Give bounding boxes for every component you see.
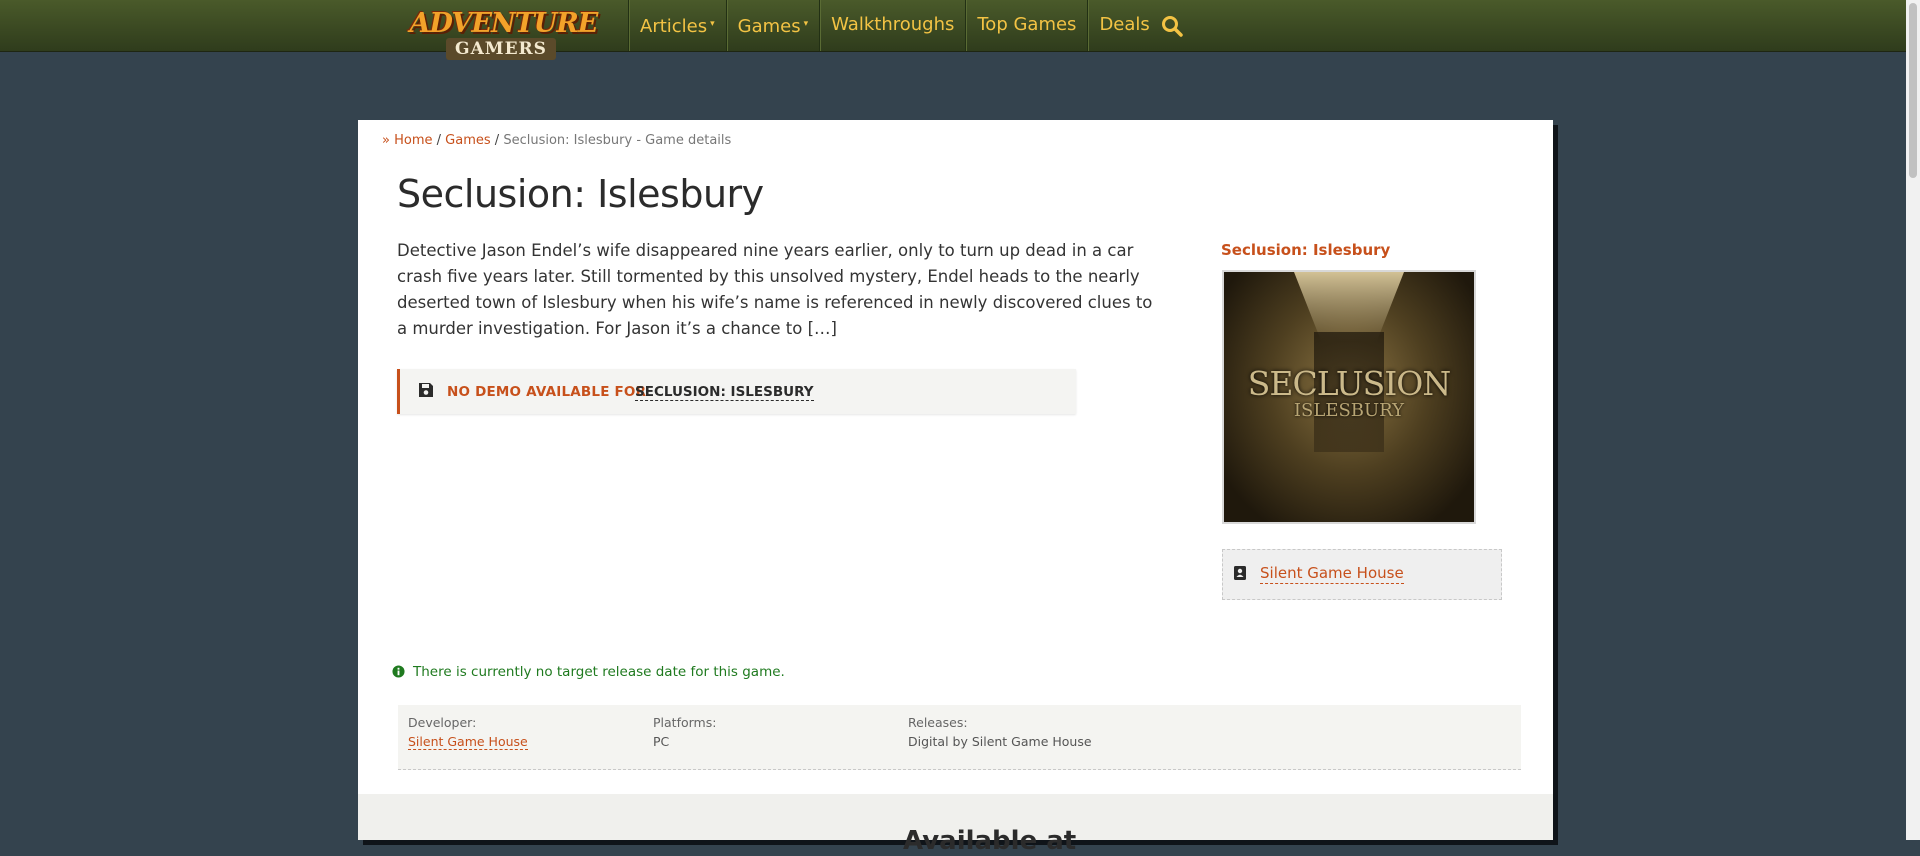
platforms-label: Platforms: <box>653 715 717 730</box>
releases-info: Releases: Digital by Silent Game House <box>908 715 1092 749</box>
demo-game-link[interactable]: SECLUSION: ISLESBURY <box>635 384 814 401</box>
breadcrumb-games-link[interactable]: Games <box>445 133 490 148</box>
nav-item-games[interactable]: Games ▾ <box>725 0 820 51</box>
nav-item-articles[interactable]: Articles ▾ <box>628 0 726 51</box>
release-notice-text: There is currently no target release dat… <box>413 664 785 680</box>
main-nav: Articles ▾ Games ▾ Walkthroughs Top Games … <box>628 0 1161 51</box>
breadcrumb-separator: / <box>494 133 500 148</box>
caret-down-icon: ▾ <box>710 19 715 29</box>
breadcrumb: » Home / Games / Seclusion: Islesbury - … <box>382 133 731 148</box>
nav-item-label: Deals <box>1099 14 1150 35</box>
available-at-heading: Available at <box>903 826 1077 856</box>
demo-label: NO DEMO AVAILABLE FOR <box>447 384 647 400</box>
nav-item-label: Walkthroughs <box>831 14 955 35</box>
caret-down-icon: ▾ <box>803 19 809 29</box>
logo-wordmark-top: ADVENTURE <box>409 8 599 39</box>
page-scrollbar[interactable] <box>1906 0 1920 840</box>
cover-subtitle-text: ISLESBURY <box>1293 400 1405 421</box>
breadcrumb-current: Seclusion: Islesbury - Game details <box>503 133 732 148</box>
demo-notice: NO DEMO AVAILABLE FOR SECLUSION: ISLESBU… <box>397 369 1076 414</box>
releases-label: Releases: <box>908 715 968 730</box>
floppy-disk-icon <box>419 383 433 397</box>
nav-item-label: Articles <box>640 16 708 37</box>
breadcrumb-prefix: » <box>382 133 390 148</box>
nav-item-label: Games <box>737 16 801 37</box>
sidebar-game-title[interactable]: Seclusion: Islesbury <box>1221 241 1390 259</box>
developer-info: Developer: Silent Game House <box>408 715 528 750</box>
developer-info-link[interactable]: Silent Game House <box>408 734 528 750</box>
platforms-value: PC <box>653 734 670 749</box>
cover-title-text: SECLUSION <box>1247 364 1451 403</box>
site-logo[interactable]: ADVENTURE GAMERS <box>406 6 601 64</box>
content-panel: » Home / Games / Seclusion: Islesbury - … <box>358 120 1553 856</box>
available-at-section: Available at <box>358 794 1553 856</box>
nav-item-top-games[interactable]: Top Games <box>965 0 1087 51</box>
top-navbar: ADVENTURE GAMERS Articles ▾ Games ▾ Walkth… <box>0 0 1906 60</box>
game-description: Detective Jason Endel’s wife disappeared… <box>397 241 1153 338</box>
logo-wordmark-bottom: GAMERS <box>446 38 556 60</box>
developer-link[interactable]: Silent Game House <box>1260 564 1404 584</box>
contact-card-icon <box>1234 566 1246 580</box>
scrollbar-thumb[interactable] <box>1909 3 1917 178</box>
info-circle-icon <box>392 665 405 678</box>
releases-value: Digital by Silent Game House <box>908 734 1092 749</box>
breadcrumb-separator: / <box>436 133 442 148</box>
nav-item-walkthroughs[interactable]: Walkthroughs <box>819 0 965 51</box>
game-cover-image[interactable]: SECLUSION ISLESBURY <box>1222 270 1476 524</box>
developer-label: Developer: <box>408 715 477 730</box>
breadcrumb-home-link[interactable]: Home <box>394 133 432 148</box>
developer-box: Silent Game House <box>1222 549 1502 600</box>
nav-item-deals[interactable]: Deals <box>1087 0 1160 51</box>
game-info-strip: Developer: Silent Game House Platforms: … <box>398 705 1521 770</box>
nav-item-label: Top Games <box>977 14 1077 35</box>
search-icon[interactable] <box>1160 14 1184 38</box>
platforms-info: Platforms: PC <box>653 715 716 749</box>
page-title: Seclusion: Islesbury <box>397 172 764 216</box>
